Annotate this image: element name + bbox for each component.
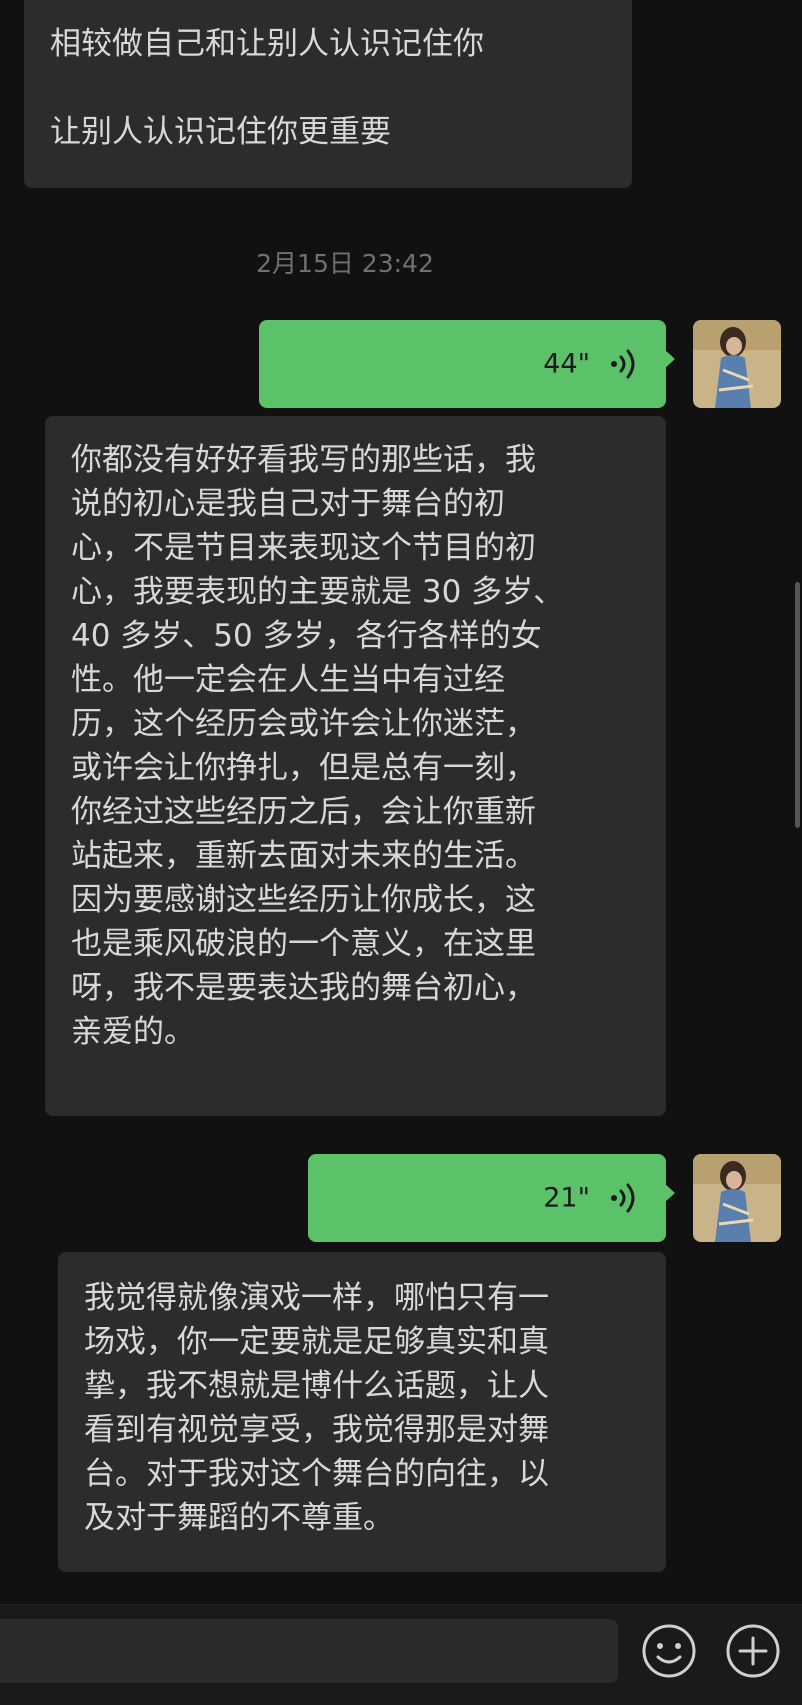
message-text: 相较做自己和让别人认识记住你 让别人认识记住你更重要 (50, 26, 484, 150)
voice-wave-icon (611, 1183, 635, 1213)
voice-message-bubble[interactable]: 44" (259, 320, 675, 408)
incoming-message-bubble[interactable]: 你都没有好好看我写的那些话，我 说的初心是我自己对于舞台的初 心，不是节目来表现… (45, 416, 666, 1116)
bubble-tail (665, 1184, 675, 1202)
incoming-message-bubble[interactable]: 我觉得就像演戏一样，哪怕只有一 场戏，你一定要就是足够真实和真 挚，我不想就是博… (58, 1252, 666, 1572)
message-text: 你都没有好好看我写的那些话，我 说的初心是我自己对于舞台的初 心，不是节目来表现… (71, 442, 565, 1050)
timestamp: 2月15日 23:42 (256, 249, 434, 278)
input-bar (0, 1604, 802, 1705)
plus-icon[interactable] (725, 1623, 781, 1679)
emoji-icon[interactable] (641, 1623, 697, 1679)
voice-message-bubble[interactable]: 21" (308, 1154, 675, 1242)
voice-wave-icon (611, 349, 635, 379)
scrollbar[interactable] (795, 582, 800, 828)
avatar[interactable] (693, 1154, 781, 1242)
message-text: 我觉得就像演戏一样，哪怕只有一 场戏，你一定要就是足够真实和真 挚，我不想就是博… (84, 1280, 549, 1536)
bubble-tail (665, 350, 675, 368)
avatar[interactable] (693, 320, 781, 408)
voice-duration: 21" (543, 1182, 590, 1214)
message-input[interactable] (0, 1619, 618, 1683)
incoming-message-bubble[interactable]: 相较做自己和让别人认识记住你 让别人认识记住你更重要 (24, 0, 632, 188)
voice-duration: 44" (543, 348, 590, 380)
